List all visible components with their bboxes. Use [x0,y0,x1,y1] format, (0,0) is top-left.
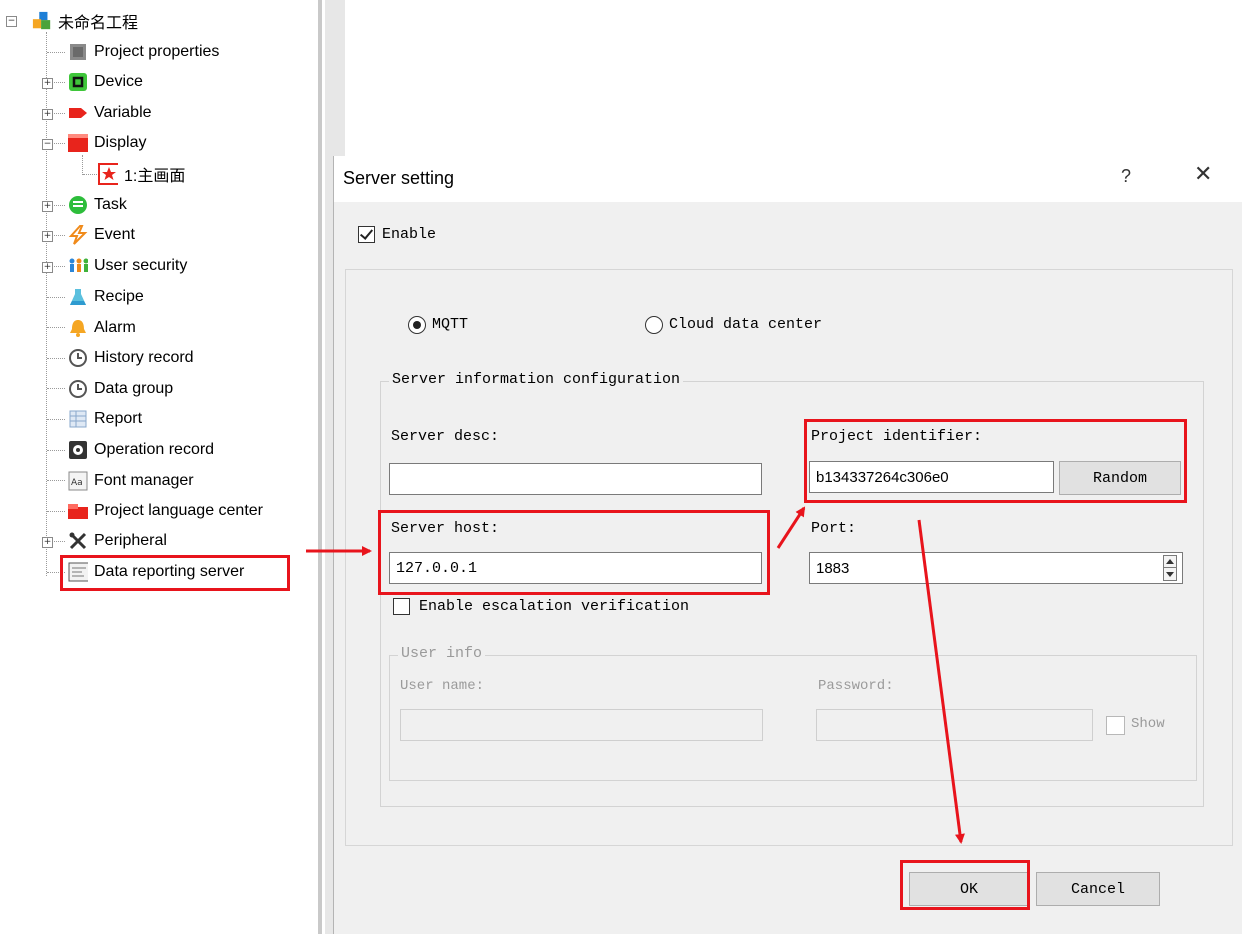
tree-item-label: Operation record [94,441,215,458]
highlight-box [378,510,770,595]
tree-item-font-manager[interactable]: Aa Font manager [68,468,194,494]
server-desc-input[interactable] [389,463,762,495]
expand-toggle[interactable]: + [42,537,53,548]
show-password-label: Show [1131,716,1165,732]
tree-item-label: Project properties [94,43,220,60]
server-desc-label: Server desc: [391,428,500,445]
password-label: Password: [818,678,894,694]
cloud-data-center-label: Cloud data center [669,316,823,333]
variable-icon [68,103,88,123]
tree-item-label: Device [94,73,143,90]
tree-item-report[interactable]: Report [68,406,142,432]
tree-item-label: Recipe [94,288,144,305]
tree-item-display[interactable]: Display [68,130,146,156]
expand-toggle[interactable]: + [42,109,53,120]
enable-checkbox[interactable] [358,226,375,243]
port-spinner[interactable] [1163,555,1177,581]
tree-item-label: 1:主画面 [124,168,186,185]
mqtt-label: MQTT [432,316,469,333]
tree-item-label: Font manager [94,472,194,489]
tree-item-label: Alarm [94,319,136,336]
history-record-icon [68,348,88,368]
expand-toggle[interactable]: + [42,231,53,242]
project-properties-icon [68,42,88,62]
highlight-box [900,860,1030,910]
mqtt-radio[interactable] [408,316,426,334]
tree-root[interactable]: 未命名工程 [32,8,138,34]
tree-item-project-language-center[interactable]: Project language center [68,498,263,524]
expand-toggle[interactable]: + [42,262,53,273]
tree-item-label: Peripheral [94,532,167,549]
tree-item-label: Project language center [94,502,263,519]
highlight-box [804,419,1187,503]
enable-label: Enable [382,226,437,243]
port-input[interactable]: 1883 [809,552,1183,584]
tree-item-operation-record[interactable]: Operation record [68,437,214,463]
expand-toggle[interactable]: + [42,78,53,89]
tree-item-label: Variable [94,104,152,121]
tree-item-user-security[interactable]: User security [68,253,187,279]
user-info-group: User info User name: Password: Show [389,645,1197,781]
help-button[interactable]: ? [1121,166,1131,187]
escalation-verification-label: Enable escalation verification [419,598,690,615]
operation-record-icon [68,440,88,460]
project-tree: − 未命名工程 Project properties + Device + Va… [0,0,318,934]
svg-text:Aa: Aa [71,478,83,488]
tree-item-event[interactable]: Event [68,222,135,248]
tree-item-label: Event [94,226,135,243]
user-name-label: User name: [400,678,485,694]
tree-item-label: User security [94,257,188,274]
show-password-checkbox[interactable] [1106,716,1125,735]
user-info-group-title: User info [398,645,486,662]
dialog-titlebar[interactable]: Server setting ? ✕ [334,156,1242,202]
project-icon [32,11,52,31]
port-value: 1883 [816,559,850,577]
tree-item-label: Data group [94,380,174,397]
tree-item-device[interactable]: Device [68,69,143,95]
tree-item-label: Task [94,196,127,213]
device-icon [68,72,88,92]
tree-item-label: History record [94,349,194,366]
spin-down-icon[interactable] [1166,572,1174,577]
task-icon [68,195,88,215]
password-input[interactable] [816,709,1093,741]
tree-item-peripheral[interactable]: Peripheral [68,528,167,554]
server-info-group-title: Server information configuration [389,371,684,388]
tree-item-label: Display [94,134,147,151]
user-security-icon [68,256,88,276]
peripheral-icon [68,531,88,551]
tree-item-label: Report [94,410,143,427]
tree-root-label: 未命名工程 [58,15,139,32]
expand-toggle[interactable]: + [42,201,53,212]
tree-item-alarm[interactable]: Alarm [68,315,136,341]
collapse-toggle[interactable]: − [6,16,17,27]
collapse-toggle[interactable]: − [42,139,53,150]
language-center-icon [68,501,88,521]
recipe-icon [68,287,88,307]
user-name-input[interactable] [400,709,763,741]
highlight-box [60,555,290,591]
tree-item-recipe[interactable]: Recipe [68,284,144,310]
dialog-title: Server setting [343,168,455,188]
tree-item-history-record[interactable]: History record [68,345,194,371]
screen-icon [98,163,118,185]
cloud-data-center-radio[interactable] [645,316,663,334]
escalation-verification-checkbox[interactable] [393,598,410,615]
font-manager-icon: Aa [68,471,88,491]
tree-item-project-properties[interactable]: Project properties [68,39,219,65]
data-group-icon [68,379,88,399]
spin-up-icon[interactable] [1166,559,1174,564]
tree-item-variable[interactable]: Variable [68,100,152,126]
display-icon [68,133,88,153]
event-icon [68,225,88,245]
tree-item-data-group[interactable]: Data group [68,376,173,402]
cancel-button[interactable]: Cancel [1036,872,1160,906]
port-label: Port: [811,520,857,537]
alarm-icon [68,318,88,338]
close-button[interactable]: ✕ [1194,162,1212,187]
report-icon [68,409,88,429]
tree-item-task[interactable]: Task [68,192,127,218]
tree-connector [82,155,83,175]
tree-item-main-screen[interactable]: 1:主画面 [98,161,185,187]
